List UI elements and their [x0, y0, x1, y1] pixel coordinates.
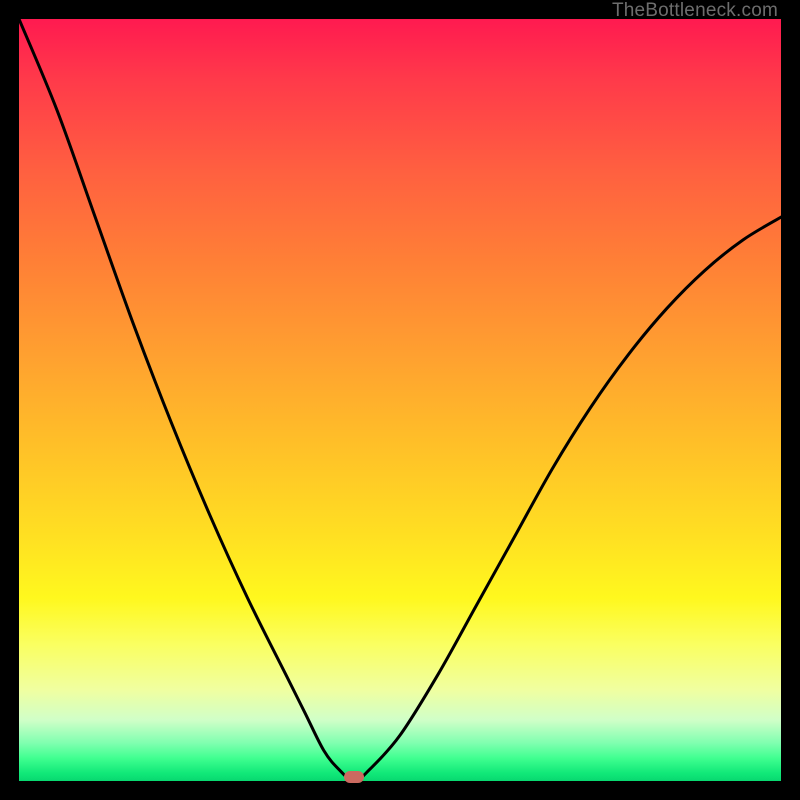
optimal-point-marker — [344, 771, 364, 783]
watermark-text: TheBottleneck.com — [612, 0, 778, 22]
bottleneck-curve — [19, 19, 781, 781]
